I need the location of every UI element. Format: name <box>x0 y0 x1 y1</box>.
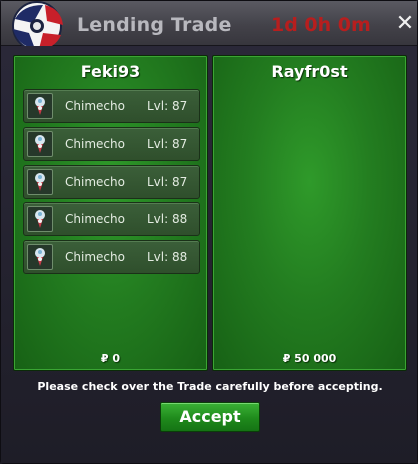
trade-item[interactable]: Chimecho Lvl: 87 <box>23 127 200 161</box>
left-trade-panel: Feki93 Chimecho Lvl: 87 Chimecho Lvl: 87… <box>13 55 208 371</box>
trade-timer: 1d 0h 0m <box>271 14 371 36</box>
left-money-amount: ₽ 0 <box>100 352 121 365</box>
right-player-name: Rayfr0st <box>271 62 348 81</box>
item-level: Lvl: 87 <box>147 99 188 113</box>
item-pokemon-name: Chimecho <box>65 250 125 264</box>
left-player-name: Feki93 <box>80 62 141 81</box>
item-level: Lvl: 88 <box>147 212 188 226</box>
window-title: Lending Trade <box>77 14 232 36</box>
accept-button[interactable]: Accept <box>160 402 260 432</box>
trade-item[interactable]: Chimecho Lvl: 88 <box>23 202 200 236</box>
item-level: Lvl: 87 <box>147 137 188 151</box>
trade-item[interactable]: Chimecho Lvl: 88 <box>23 240 200 274</box>
item-level: Lvl: 88 <box>147 250 188 264</box>
chimecho-icon <box>27 206 53 232</box>
trade-warning-note: Please check over the Trade carefully be… <box>37 380 383 393</box>
right-trade-panel: Rayfr0st ₽ 50 000 <box>212 55 407 371</box>
trade-item[interactable]: Chimecho Lvl: 87 <box>23 165 200 199</box>
item-pokemon-name: Chimecho <box>65 99 125 113</box>
close-icon[interactable]: ✕ <box>394 13 416 35</box>
item-pokemon-name: Chimecho <box>65 175 125 189</box>
chimecho-icon <box>27 169 53 195</box>
chimecho-icon <box>27 93 53 119</box>
trade-item[interactable]: Chimecho Lvl: 87 <box>23 89 200 123</box>
chimecho-icon <box>27 244 53 270</box>
right-money-amount: ₽ 50 000 <box>282 352 337 365</box>
item-level: Lvl: 87 <box>147 175 188 189</box>
lending-trade-window: Lending Trade 1d 0h 0m ✕ Feki93 Chimecho… <box>0 0 418 464</box>
chimecho-icon <box>27 131 53 157</box>
item-pokemon-name: Chimecho <box>65 212 125 226</box>
item-pokemon-name: Chimecho <box>65 137 125 151</box>
title-bar[interactable]: Lending Trade 1d 0h 0m ✕ <box>1 1 417 51</box>
